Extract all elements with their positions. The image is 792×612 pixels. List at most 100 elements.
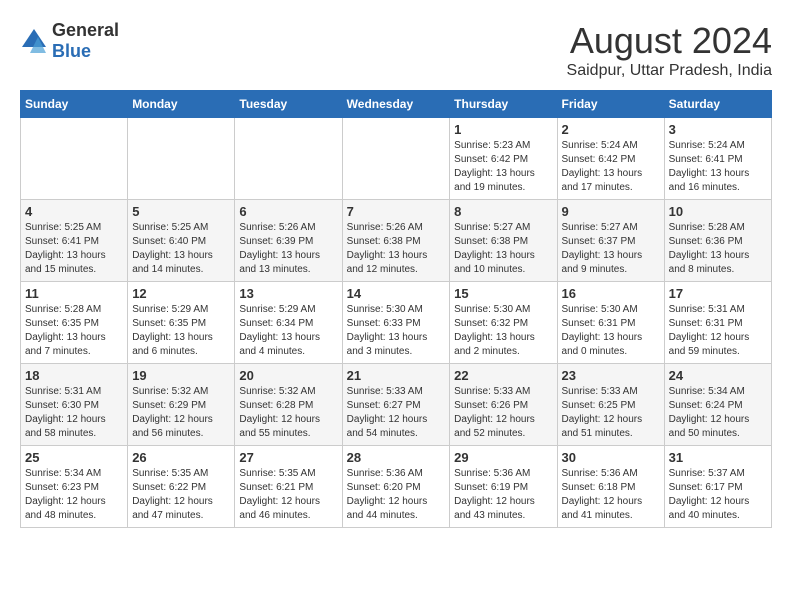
calendar-cell: 30Sunrise: 5:36 AM Sunset: 6:18 PM Dayli… (557, 446, 664, 528)
day-number: 19 (132, 368, 230, 383)
calendar-cell (128, 118, 235, 200)
calendar-cell: 6Sunrise: 5:26 AM Sunset: 6:39 PM Daylig… (235, 200, 342, 282)
day-number: 13 (239, 286, 337, 301)
day-number: 8 (454, 204, 552, 219)
day-number: 3 (669, 122, 767, 137)
title-area: August 2024 Saidpur, Uttar Pradesh, Indi… (567, 20, 772, 80)
day-number: 12 (132, 286, 230, 301)
calendar-cell (21, 118, 128, 200)
logo-icon (20, 27, 48, 55)
calendar-cell: 14 Sunrise: 5:30 AM Sunset: 6:33 PM Dayli… (342, 282, 450, 364)
day-number: 5 (132, 204, 230, 219)
calendar-cell: 27Sunrise: 5:35 AM Sunset: 6:21 PM Dayli… (235, 446, 342, 528)
logo-text: General Blue (52, 20, 119, 62)
day-number: 21 (347, 368, 446, 383)
day-number: 23 (562, 368, 660, 383)
day-info: Sunrise: 5:36 AM Sunset: 6:19 PM Dayligh… (454, 467, 552, 523)
calendar-cell (342, 118, 450, 200)
calendar-cell: 17 Sunrise: 5:31 AM Sunset: 6:31 PM Dayli… (664, 282, 771, 364)
day-info: Sunrise: 5:31 AM Sunset: 6:31 PM Dayligh… (669, 303, 767, 359)
day-info: Sunrise: 5:27 AM Sunset: 6:38 PM Dayligh… (454, 221, 552, 277)
day-number: 26 (132, 450, 230, 465)
day-info: Sunrise: 5:24 AM Sunset: 6:41 PM Dayligh… (669, 139, 767, 195)
day-info: Sunrise: 5:30 AM Sunset: 6:32 PM Dayligh… (454, 303, 552, 359)
day-info: Sunrise: 5:28 AM Sunset: 6:36 PM Dayligh… (669, 221, 767, 277)
calendar-cell: 22 Sunrise: 5:33 AM Sunset: 6:26 PM Dayli… (450, 364, 557, 446)
weekday-header-wednesday: Wednesday (342, 91, 450, 118)
day-number: 22 (454, 368, 552, 383)
weekday-header-thursday: Thursday (450, 91, 557, 118)
day-info: Sunrise: 5:34 AM Sunset: 6:24 PM Dayligh… (669, 385, 767, 441)
calendar-cell: 26 Sunrise: 5:35 AM Sunset: 6:22 PM Dayli… (128, 446, 235, 528)
calendar-cell: 19 Sunrise: 5:32 AM Sunset: 6:29 PM Dayli… (128, 364, 235, 446)
main-title: August 2024 (567, 20, 772, 62)
day-number: 2 (562, 122, 660, 137)
subtitle: Saidpur, Uttar Pradesh, India (567, 62, 772, 80)
day-number: 31 (669, 450, 767, 465)
day-number: 9 (562, 204, 660, 219)
calendar-week-1: 4 Sunrise: 5:25 AM Sunset: 6:41 PM Daylig… (21, 200, 772, 282)
calendar-cell: 9 Sunrise: 5:27 AM Sunset: 6:37 PM Daylig… (557, 200, 664, 282)
day-info: Sunrise: 5:32 AM Sunset: 6:29 PM Dayligh… (132, 385, 230, 441)
calendar-cell: 3 Sunrise: 5:24 AM Sunset: 6:41 PM Daylig… (664, 118, 771, 200)
calendar-cell: 1 Sunrise: 5:23 AM Sunset: 6:42 PM Daylig… (450, 118, 557, 200)
calendar-cell: 20Sunrise: 5:32 AM Sunset: 6:28 PM Dayli… (235, 364, 342, 446)
weekday-header-friday: Friday (557, 91, 664, 118)
day-info: Sunrise: 5:29 AM Sunset: 6:34 PM Dayligh… (239, 303, 337, 359)
day-info: Sunrise: 5:35 AM Sunset: 6:22 PM Dayligh… (132, 467, 230, 523)
day-number: 14 (347, 286, 446, 301)
logo: General Blue (20, 20, 119, 62)
calendar-cell: 25 Sunrise: 5:34 AM Sunset: 6:23 PM Dayli… (21, 446, 128, 528)
calendar-week-0: 1 Sunrise: 5:23 AM Sunset: 6:42 PM Daylig… (21, 118, 772, 200)
calendar-cell: 13 Sunrise: 5:29 AM Sunset: 6:34 PM Dayli… (235, 282, 342, 364)
calendar-cell: 16Sunrise: 5:30 AM Sunset: 6:31 PM Dayli… (557, 282, 664, 364)
weekday-header-monday: Monday (128, 91, 235, 118)
day-info: Sunrise: 5:29 AM Sunset: 6:35 PM Dayligh… (132, 303, 230, 359)
day-info: Sunrise: 5:34 AM Sunset: 6:23 PM Dayligh… (25, 467, 123, 523)
day-info: Sunrise: 5:26 AM Sunset: 6:38 PM Dayligh… (347, 221, 446, 277)
calendar-week-4: 25 Sunrise: 5:34 AM Sunset: 6:23 PM Dayli… (21, 446, 772, 528)
calendar-cell: 11 Sunrise: 5:28 AM Sunset: 6:35 PM Dayli… (21, 282, 128, 364)
logo-blue: Blue (52, 41, 91, 61)
day-number: 10 (669, 204, 767, 219)
calendar-cell: 7 Sunrise: 5:26 AM Sunset: 6:38 PM Daylig… (342, 200, 450, 282)
calendar-cell: 10 Sunrise: 5:28 AM Sunset: 6:36 PM Dayli… (664, 200, 771, 282)
day-number: 7 (347, 204, 446, 219)
weekday-header-saturday: Saturday (664, 91, 771, 118)
weekday-header-sunday: Sunday (21, 91, 128, 118)
calendar-cell: 2 Sunrise: 5:24 AM Sunset: 6:42 PM Daylig… (557, 118, 664, 200)
day-info: Sunrise: 5:25 AM Sunset: 6:41 PM Dayligh… (25, 221, 123, 277)
calendar-week-2: 11 Sunrise: 5:28 AM Sunset: 6:35 PM Dayli… (21, 282, 772, 364)
day-info: Sunrise: 5:23 AM Sunset: 6:42 PM Dayligh… (454, 139, 552, 195)
day-info: Sunrise: 5:27 AM Sunset: 6:37 PM Dayligh… (562, 221, 660, 277)
calendar-cell: 28Sunrise: 5:36 AM Sunset: 6:20 PM Dayli… (342, 446, 450, 528)
day-info: Sunrise: 5:24 AM Sunset: 6:42 PM Dayligh… (562, 139, 660, 195)
weekday-header-tuesday: Tuesday (235, 91, 342, 118)
day-info: Sunrise: 5:33 AM Sunset: 6:27 PM Dayligh… (347, 385, 446, 441)
day-number: 4 (25, 204, 123, 219)
day-info: Sunrise: 5:30 AM Sunset: 6:33 PM Dayligh… (347, 303, 446, 359)
day-number: 24 (669, 368, 767, 383)
calendar-cell: 23Sunrise: 5:33 AM Sunset: 6:25 PM Dayli… (557, 364, 664, 446)
day-number: 28 (347, 450, 446, 465)
day-number: 6 (239, 204, 337, 219)
day-info: Sunrise: 5:35 AM Sunset: 6:21 PM Dayligh… (239, 467, 337, 523)
day-number: 1 (454, 122, 552, 137)
calendar-cell (235, 118, 342, 200)
day-number: 11 (25, 286, 123, 301)
calendar-cell: 12 Sunrise: 5:29 AM Sunset: 6:35 PM Dayli… (128, 282, 235, 364)
day-info: Sunrise: 5:28 AM Sunset: 6:35 PM Dayligh… (25, 303, 123, 359)
day-number: 15 (454, 286, 552, 301)
day-info: Sunrise: 5:30 AM Sunset: 6:31 PM Dayligh… (562, 303, 660, 359)
logo-general: General (52, 20, 119, 40)
calendar-week-3: 18Sunrise: 5:31 AM Sunset: 6:30 PM Dayli… (21, 364, 772, 446)
calendar-cell: 18Sunrise: 5:31 AM Sunset: 6:30 PM Dayli… (21, 364, 128, 446)
weekday-row: SundayMondayTuesdayWednesdayThursdayFrid… (21, 91, 772, 118)
calendar-cell: 31Sunrise: 5:37 AM Sunset: 6:17 PM Dayli… (664, 446, 771, 528)
calendar-cell: 29Sunrise: 5:36 AM Sunset: 6:19 PM Dayli… (450, 446, 557, 528)
calendar-cell: 24 Sunrise: 5:34 AM Sunset: 6:24 PM Dayli… (664, 364, 771, 446)
day-info: Sunrise: 5:33 AM Sunset: 6:26 PM Dayligh… (454, 385, 552, 441)
day-number: 25 (25, 450, 123, 465)
day-info: Sunrise: 5:32 AM Sunset: 6:28 PM Dayligh… (239, 385, 337, 441)
day-number: 17 (669, 286, 767, 301)
